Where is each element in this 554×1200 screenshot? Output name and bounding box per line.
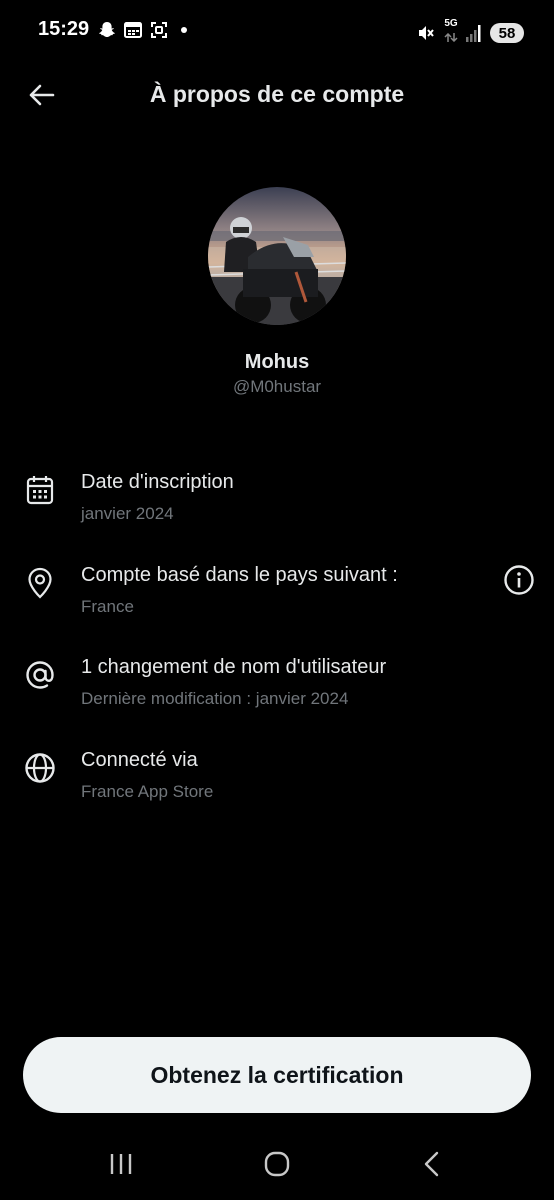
info-title: 1 changement de nom d'utilisateur <box>81 656 387 678</box>
info-icon <box>504 565 534 595</box>
at-sign-icon <box>22 657 58 693</box>
info-row-join-date: Date d'inscription janvier 2024 <box>0 471 554 542</box>
info-row-connected-via: Connecté via France App Store <box>0 749 554 820</box>
info-title: Compte basé dans le pays suivant : <box>81 564 398 586</box>
system-back-button[interactable] <box>412 1148 452 1180</box>
battery-icon: 58 <box>490 23 524 43</box>
signal-icon <box>466 25 481 42</box>
home-icon <box>264 1151 290 1177</box>
mute-icon <box>419 26 434 40</box>
screenshot-icon <box>151 22 167 38</box>
network-5g-icon: 5G <box>444 19 458 47</box>
home-button[interactable] <box>257 1148 297 1180</box>
profile-name: Mohus <box>244 351 310 373</box>
calendar-icon <box>124 22 142 38</box>
recent-apps-button[interactable] <box>101 1148 141 1180</box>
page-title: À propos de ce compte <box>149 81 405 107</box>
info-subtitle: Dernière modification : janvier 2024 <box>81 689 349 708</box>
status-left-icons <box>97 20 187 40</box>
chevron-left-icon <box>424 1151 439 1177</box>
globe-icon <box>22 750 58 786</box>
info-row-country: Compte basé dans le pays suivant : Franc… <box>0 563 554 635</box>
profile-handle: @M0hustar <box>232 377 322 396</box>
status-bar: 15:29 5G 58 <box>0 0 554 62</box>
get-verified-button[interactable]: Obtenez la certification <box>23 1037 531 1113</box>
snapchat-icon <box>99 22 115 37</box>
recent-apps-icon <box>110 1154 132 1174</box>
battery-level: 58 <box>498 24 516 42</box>
status-time: 15:29 <box>38 18 90 40</box>
location-pin-icon <box>22 565 58 601</box>
info-row-username-changes: 1 changement de nom d'utilisateur Derniè… <box>0 656 554 727</box>
avatar-image <box>208 187 346 325</box>
calendar-icon <box>22 472 58 508</box>
info-subtitle: France <box>81 597 134 616</box>
avatar[interactable] <box>208 187 346 325</box>
network-label: 5G <box>444 18 458 29</box>
info-button[interactable] <box>502 563 536 597</box>
info-title: Connecté via <box>81 749 198 771</box>
info-subtitle: France App Store <box>81 782 214 801</box>
status-right-icons: 5G 58 <box>416 19 524 47</box>
info-subtitle: janvier 2024 <box>81 504 174 523</box>
notification-dot <box>181 27 187 33</box>
system-nav-bar <box>0 1130 554 1200</box>
data-arrows-icon <box>444 32 458 43</box>
info-title: Date d'inscription <box>81 471 234 493</box>
header: À propos de ce compte <box>0 66 554 126</box>
